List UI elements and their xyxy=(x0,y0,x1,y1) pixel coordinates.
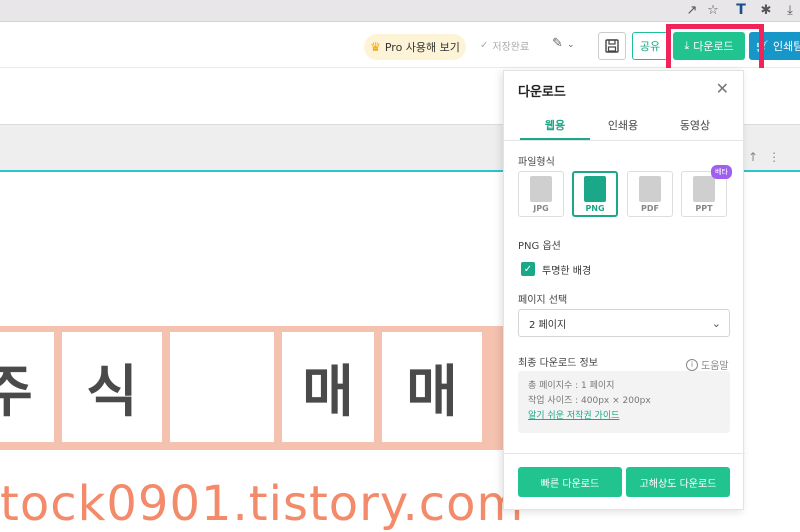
format-jpg-label: JPG xyxy=(533,203,549,213)
tab-video[interactable]: 동영상 xyxy=(660,117,730,133)
share-button[interactable]: 공유 xyxy=(632,32,668,60)
format-pdf-label: PDF xyxy=(641,203,659,213)
total-pages-text: 총 페이지수 : 1 페이지 xyxy=(528,381,615,391)
star-icon[interactable]: ☆ xyxy=(703,0,723,20)
format-jpg[interactable]: JPG xyxy=(518,171,564,217)
pen-dropdown[interactable]: ✎ ⌄ xyxy=(552,36,575,51)
download-tabs: 웹용 인쇄용 동영상 xyxy=(504,109,745,141)
format-png-label: PNG xyxy=(585,203,605,213)
tab-web[interactable]: 웹용 xyxy=(520,117,590,133)
saved-label: 저장완료 xyxy=(492,42,530,53)
download-info-box: 총 페이지수 : 1 페이지 작업 사이즈 : 400px × 200px 알기… xyxy=(518,371,730,433)
help-label: 도움말 xyxy=(701,361,729,372)
ppt-file-icon xyxy=(693,175,715,202)
format-ppt-label: PPT xyxy=(695,203,713,213)
check-icon: ✓ xyxy=(480,40,489,51)
print-label: 인쇄팀 xyxy=(772,40,800,53)
help-link[interactable]: i 도움말 xyxy=(686,357,729,372)
info-icon: i xyxy=(686,358,698,371)
transparent-bg-label: 투명한 배경 xyxy=(542,266,592,277)
translate-icon[interactable]: T xyxy=(731,0,751,20)
download-panel: 다운로드 ✕ 웹용 인쇄용 동영상 파일형식 JPG PNG PDF PPT 베… xyxy=(503,70,745,510)
png-options-label: PNG 옵션 xyxy=(518,241,561,252)
save-button[interactable] xyxy=(598,32,626,60)
image-file-icon xyxy=(584,175,606,202)
pdf-file-icon xyxy=(639,175,661,202)
panel-divider xyxy=(504,453,745,454)
download-icon[interactable]: ⤓ xyxy=(780,0,800,20)
floppy-icon xyxy=(605,39,619,53)
extension-icon[interactable]: ✱ xyxy=(756,0,776,20)
tile-3 xyxy=(170,332,274,442)
close-icon[interactable]: ✕ xyxy=(716,79,729,98)
recent-download-label: 최종 다운로드 정보 xyxy=(518,358,598,369)
crown-icon: ♛ xyxy=(370,40,381,54)
tile-4: 매 xyxy=(282,332,374,442)
share-icon[interactable]: ↗ xyxy=(682,0,702,20)
browser-toolbar: ↗ ☆ T ✱ ⤓ xyxy=(0,0,800,22)
beta-badge: 베타 xyxy=(711,165,732,179)
title-tile-row: 주 식 매 매 xyxy=(0,326,520,450)
save-status: ✓ 저장완료 xyxy=(480,38,529,53)
arrow-up-icon[interactable]: ↑ xyxy=(748,150,758,164)
page-select-label: 페이지 선택 xyxy=(518,295,568,306)
chevron-down-icon: ⌄ xyxy=(567,40,575,50)
tile-2: 식 xyxy=(62,332,162,442)
file-format-label: 파일형식 xyxy=(518,157,555,168)
panel-title: 다운로드 xyxy=(518,85,566,100)
page-select-value: 2 페이지 xyxy=(529,319,567,331)
page-select-dropdown[interactable]: 2 페이지 ⌄ xyxy=(518,309,730,337)
transparent-bg-checkbox[interactable]: ✓ xyxy=(521,262,535,276)
copyright-guide-link[interactable]: 알기 쉬운 저작권 가이드 xyxy=(528,409,720,424)
tile-1: 주 xyxy=(0,332,54,442)
active-tab-indicator xyxy=(520,138,590,140)
image-file-icon xyxy=(530,175,552,202)
hd-download-button[interactable]: 고해상도 다운로드 xyxy=(626,467,730,497)
tile-5: 매 xyxy=(382,332,482,442)
tab-print[interactable]: 인쇄용 xyxy=(588,117,658,133)
format-pdf[interactable]: PDF xyxy=(627,171,673,217)
page-controls: ↑ ⋮ xyxy=(748,150,780,164)
format-png[interactable]: PNG xyxy=(572,171,618,217)
fast-download-button[interactable]: 빠른 다운로드 xyxy=(518,467,622,497)
chevron-down-icon: ⌄ xyxy=(711,317,721,330)
pen-icon: ✎ xyxy=(552,36,563,51)
pro-trial-label: Pro 사용해 보기 xyxy=(384,41,460,54)
blog-url-text: tock0901.tistory.com xyxy=(0,476,525,532)
work-size-text: 작업 사이즈 : 400px × 200px xyxy=(528,396,651,406)
more-icon[interactable]: ⋮ xyxy=(768,150,780,164)
pro-trial-button[interactable]: ♛ Pro 사용해 보기 xyxy=(364,34,466,60)
